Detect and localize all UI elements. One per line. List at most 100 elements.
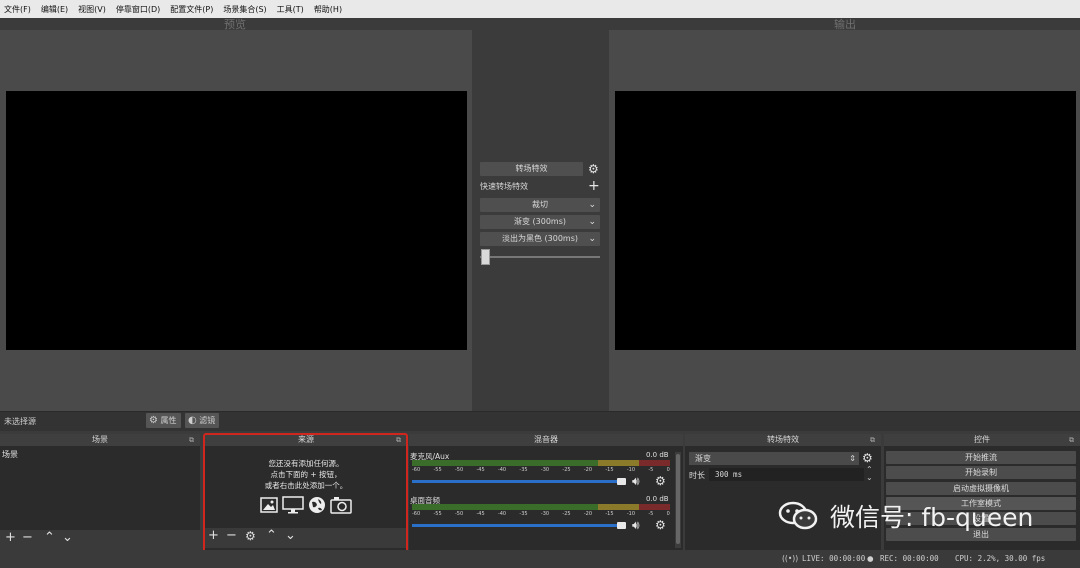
tick-label: -40 — [497, 467, 507, 473]
menu-profile[interactable]: 配置文件(P) — [170, 4, 213, 15]
fade-black-select[interactable]: 淡出为黑色 (300ms) ⌄ — [480, 232, 600, 246]
start-recording-button[interactable]: 开始录制 — [886, 466, 1076, 479]
controls-title: 控件 — [974, 435, 990, 444]
mixer-scrollbar[interactable] — [675, 452, 681, 548]
spinner-icon: ⇕ — [849, 454, 856, 463]
menu-bar: 文件(F) 编辑(E) 视图(V) 停靠窗口(D) 配置文件(P) 场景集合(S… — [0, 0, 1080, 18]
cut-select[interactable]: 裁切 ⌄ — [480, 198, 600, 212]
transition-type-label: 渐变 — [695, 454, 711, 463]
tick-label: -25 — [562, 467, 571, 473]
gear-icon[interactable]: ⚙ — [655, 519, 666, 531]
desktop-meter-ticks: -60 -55 -50 -45 -40 -35 -30 -25 -20 -15 -10 -5 0 — [412, 511, 670, 517]
rec-time: REC: 00:00:00 — [880, 554, 939, 563]
transition-type-select[interactable]: 渐变 ⇕ — [689, 452, 859, 465]
menu-docks[interactable]: 停靠窗口(D) — [116, 4, 160, 15]
scenes-dock-header: 场景 ⧉ — [0, 434, 200, 446]
start-virtual-camera-button[interactable]: 启动虚拟摄像机 — [886, 482, 1076, 495]
mixer-dock-header: 混音器 — [409, 434, 683, 446]
output-screen[interactable] — [615, 91, 1076, 350]
highlight-box — [203, 433, 408, 557]
tick-label: 0 — [666, 511, 670, 517]
tick-label: -50 — [454, 467, 464, 473]
fade-select[interactable]: 渐变 (300ms) ⌄ — [480, 215, 600, 229]
quick-transitions-label: 快速转场特效 — [480, 182, 528, 191]
desktop-db-value: 0.0 dB — [646, 495, 669, 503]
wechat-logo-icon — [778, 500, 820, 532]
transitions-dock-header: 转场特效 ⧉ — [685, 434, 881, 446]
undock-icon[interactable]: ⧉ — [870, 434, 875, 446]
menu-edit[interactable]: 编辑(E) — [41, 4, 68, 15]
add-icon[interactable]: + — [5, 531, 16, 545]
gear-icon[interactable]: ⚙ — [862, 452, 873, 464]
properties-button[interactable]: ⚙ 属性 — [146, 413, 181, 428]
filters-button[interactable]: ◐ 滤镜 — [185, 413, 220, 428]
chevron-down-icon: ⌄ — [588, 200, 596, 210]
tick-label: -5 — [648, 467, 654, 473]
tick-label: -50 — [454, 511, 464, 517]
speaker-icon[interactable]: 🔊︎ — [632, 519, 640, 531]
tick-label: -60 — [412, 511, 421, 517]
tick-label: -55 — [433, 467, 442, 473]
filters-label: 滤镜 — [199, 416, 216, 425]
stepper-icon[interactable]: ⌃ ⌄ — [866, 466, 873, 482]
undock-icon[interactable]: ⧉ — [189, 434, 194, 446]
duration-input[interactable]: 300 ms — [709, 468, 864, 481]
tick-label: -45 — [476, 467, 485, 473]
tick-label: -35 — [519, 511, 528, 517]
desktop-volume-slider[interactable] — [412, 524, 626, 527]
scene-list-item[interactable]: 场景 — [2, 449, 18, 460]
add-icon[interactable]: + — [588, 179, 600, 193]
fade-label: 渐变 (300ms) — [513, 217, 566, 226]
watermark: 微信号: fb-queen — [778, 496, 1078, 536]
live-time: LIVE: 00:00:00 — [802, 554, 866, 563]
mic-level-meter — [412, 460, 670, 466]
gear-icon[interactable]: ⚙ — [588, 163, 599, 175]
mic-db-value: 0.0 dB — [646, 451, 669, 459]
live-icon: ((•)) — [782, 554, 799, 563]
menu-scene-collection[interactable]: 场景集合(S) — [223, 4, 266, 15]
scenes-dock: 场景 ⧉ 场景 + − ⌃ ⌄ — [0, 434, 200, 550]
mic-meter-ticks: -60 -55 -50 -45 -40 -35 -30 -25 -20 -15 -10 -5 0 — [412, 467, 670, 473]
status-bar: ((•)) LIVE: 00:00:00 ● REC: 00:00:00 CPU… — [0, 550, 1080, 568]
mixer-title: 混音器 — [534, 435, 558, 444]
tbar-handle[interactable] — [481, 249, 490, 265]
desktop-volume-handle[interactable] — [617, 522, 626, 529]
mixer-dock: 混音器 — [409, 434, 683, 550]
properties-label: 属性 — [160, 416, 177, 425]
tick-label: 0 — [666, 467, 670, 473]
chevron-down-icon: ⌄ — [588, 217, 596, 227]
preview-screen[interactable] — [6, 91, 467, 350]
menu-tools[interactable]: 工具(T) — [277, 4, 304, 15]
cpu-fps: CPU: 2.2%, 30.00 fps — [955, 554, 1046, 563]
gear-icon[interactable]: ⚙ — [655, 475, 666, 487]
tick-label: -30 — [540, 467, 550, 473]
scenes-title: 场景 — [92, 435, 108, 444]
tick-label: -10 — [626, 467, 636, 473]
tbar-track[interactable] — [480, 256, 600, 258]
fade-black-label: 淡出为黑色 (300ms) — [501, 234, 578, 243]
tick-label: -45 — [476, 511, 485, 517]
no-source-label: 未选择源 — [4, 417, 36, 426]
menu-view[interactable]: 视图(V) — [78, 4, 106, 15]
menu-file[interactable]: 文件(F) — [4, 4, 31, 15]
filter-icon: ◐ — [188, 415, 197, 426]
menu-help[interactable]: 帮助(H) — [314, 4, 342, 15]
cut-label: 裁切 — [532, 200, 548, 209]
tick-label: -55 — [433, 511, 442, 517]
tick-label: -35 — [519, 467, 528, 473]
undock-icon[interactable]: ⧉ — [1069, 434, 1074, 446]
remove-icon[interactable]: − — [22, 531, 33, 545]
mic-volume-slider[interactable] — [412, 480, 626, 483]
tick-label: -15 — [605, 467, 614, 473]
tick-label: -30 — [540, 511, 550, 517]
controls-dock-header: 控件 ⧉ — [884, 434, 1080, 446]
mixer-scroll-thumb[interactable] — [676, 454, 680, 544]
transition-button[interactable]: 转场特效 — [480, 162, 583, 176]
chevron-up-icon[interactable]: ⌃ — [44, 531, 55, 545]
chevron-down-icon[interactable]: ⌄ — [62, 531, 73, 545]
start-streaming-button[interactable]: 开始推流 — [886, 451, 1076, 464]
mic-volume-handle[interactable] — [617, 478, 626, 485]
tick-label: -10 — [626, 511, 636, 517]
scenes-toolbar: + − ⌃ ⌄ — [0, 530, 200, 550]
speaker-icon[interactable]: 🔊︎ — [632, 475, 640, 487]
